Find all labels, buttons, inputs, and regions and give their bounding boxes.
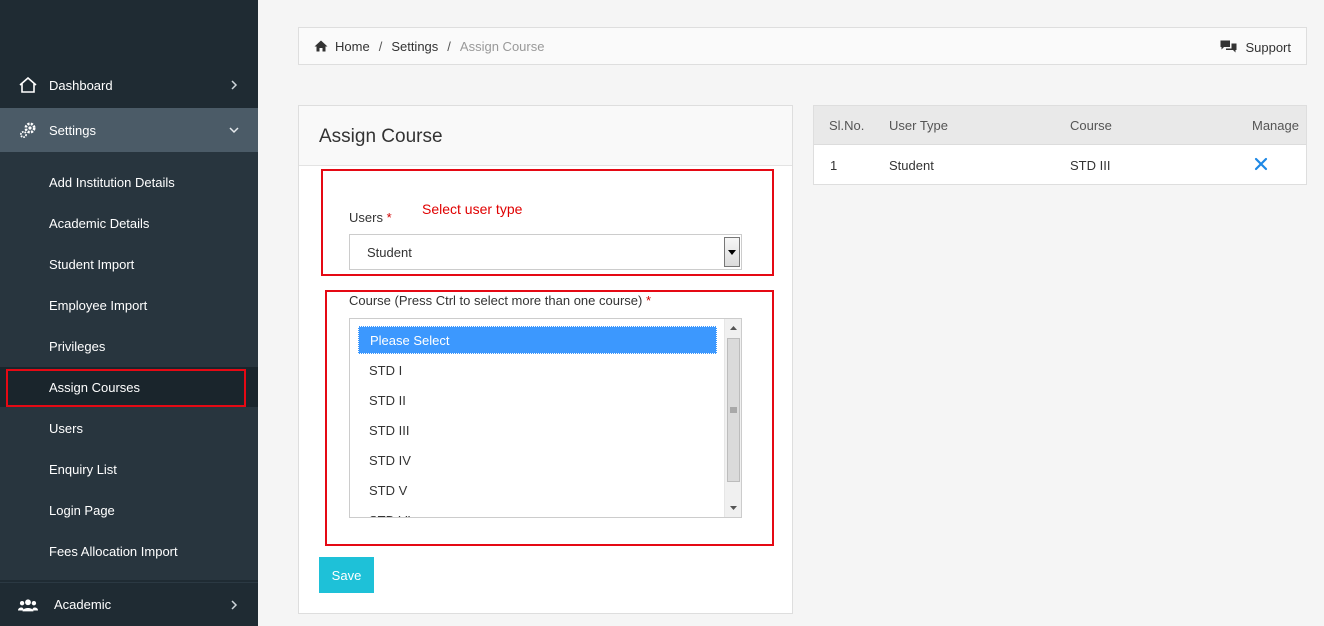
select-user-type-hint: Select user type bbox=[422, 201, 523, 217]
sidebar-item-users[interactable]: Users bbox=[0, 408, 258, 448]
course-option-std-i[interactable]: STD I bbox=[358, 356, 717, 384]
users-select-value: Student bbox=[367, 244, 412, 260]
save-button[interactable]: Save bbox=[319, 557, 374, 593]
cell-user-type: Student bbox=[889, 158, 934, 173]
listbox-scrollbar[interactable] bbox=[724, 319, 741, 517]
highlight-box-assign-courses bbox=[6, 369, 246, 407]
course-option-std-ii[interactable]: STD II bbox=[358, 386, 717, 414]
breadcrumb-separator: / bbox=[447, 38, 451, 54]
sidebar: Dashboard Settings Add Institution Detai… bbox=[0, 0, 258, 626]
course-option-std-iii[interactable]: STD III bbox=[358, 416, 717, 444]
chat-bubbles-icon bbox=[1220, 40, 1237, 54]
users-select[interactable]: Student bbox=[349, 234, 742, 270]
scroll-down-arrow-icon[interactable] bbox=[725, 500, 741, 516]
chevron-right-icon bbox=[228, 599, 240, 611]
course-option-std-vi[interactable]: STD VI bbox=[358, 506, 717, 518]
column-header-slno: Sl.No. bbox=[829, 118, 865, 133]
settings-submenu: Add Institution Details Academic Details… bbox=[0, 152, 258, 580]
course-label-text: Course (Press Ctrl to select more than o… bbox=[349, 293, 643, 308]
nav-academic-label: Academic bbox=[54, 597, 112, 612]
nav-academic[interactable]: Academic bbox=[0, 582, 258, 626]
breadcrumb-current: Assign Course bbox=[459, 38, 545, 54]
course-option-std-iv[interactable]: STD IV bbox=[358, 446, 717, 474]
nav-dashboard-label: Dashboard bbox=[49, 77, 113, 93]
sidebar-item-add-institution-details[interactable]: Add Institution Details bbox=[0, 162, 258, 202]
course-option-please-select[interactable]: Please Select bbox=[358, 326, 717, 354]
sidebar-item-academic-details[interactable]: Academic Details bbox=[0, 203, 258, 243]
close-icon[interactable] bbox=[1254, 157, 1268, 171]
cell-course: STD III bbox=[1070, 158, 1111, 173]
home-icon bbox=[314, 40, 328, 52]
scroll-up-arrow-icon[interactable] bbox=[725, 320, 741, 336]
sidebar-item-privileges[interactable]: Privileges bbox=[0, 326, 258, 366]
table-header: Sl.No. User Type Course Manage bbox=[814, 106, 1306, 145]
cell-slno: 1 bbox=[830, 158, 838, 173]
breadcrumb-separator: / bbox=[378, 38, 383, 54]
sidebar-item-enquiry-list[interactable]: Enquiry List bbox=[0, 449, 258, 489]
users-label-text: Users bbox=[349, 210, 383, 225]
nav-settings[interactable]: Settings bbox=[0, 108, 258, 152]
assigned-courses-table: Sl.No. User Type Course Manage 1 Student… bbox=[813, 105, 1307, 185]
sidebar-item-login-page[interactable]: Login Page bbox=[0, 490, 258, 530]
gears-icon bbox=[18, 120, 38, 140]
users-group-icon bbox=[18, 595, 38, 615]
course-label: Course (Press Ctrl to select more than o… bbox=[349, 293, 651, 308]
dropdown-arrow-icon[interactable] bbox=[724, 237, 740, 267]
support-link[interactable]: Support bbox=[1220, 28, 1291, 66]
column-header-manage: Manage bbox=[1252, 118, 1299, 133]
support-label: Support bbox=[1245, 39, 1291, 55]
home-outline-icon bbox=[18, 75, 38, 95]
breadcrumb-home[interactable]: Home bbox=[314, 39, 370, 54]
users-label: Users * bbox=[349, 210, 392, 225]
column-header-user-type: User Type bbox=[889, 118, 949, 133]
panel-title: Assign Course bbox=[319, 126, 443, 147]
panel-header: Assign Course bbox=[299, 106, 792, 166]
nav-settings-label: Settings bbox=[49, 122, 96, 138]
course-multiselect[interactable]: Please Select STD I STD II STD III STD I… bbox=[349, 318, 742, 518]
sidebar-item-student-import[interactable]: Student Import bbox=[0, 244, 258, 284]
sidebar-item-employee-import[interactable]: Employee Import bbox=[0, 285, 258, 325]
breadcrumb: Home / Settings / Assign Course Support bbox=[298, 27, 1307, 65]
breadcrumb-home-label: Home bbox=[335, 38, 370, 54]
chevron-down-icon bbox=[228, 124, 240, 136]
course-option-std-v[interactable]: STD V bbox=[358, 476, 717, 504]
assign-course-panel: Assign Course Users * Select user type S… bbox=[298, 105, 793, 614]
column-header-course: Course bbox=[1070, 118, 1112, 133]
breadcrumb-settings[interactable]: Settings bbox=[391, 39, 438, 54]
chevron-right-icon bbox=[228, 79, 240, 91]
required-mark: * bbox=[386, 210, 392, 225]
required-mark: * bbox=[645, 293, 652, 308]
scrollbar-thumb[interactable] bbox=[727, 338, 740, 482]
nav-dashboard[interactable]: Dashboard bbox=[0, 63, 258, 107]
sidebar-item-fees-allocation-import[interactable]: Fees Allocation Import bbox=[0, 531, 258, 571]
